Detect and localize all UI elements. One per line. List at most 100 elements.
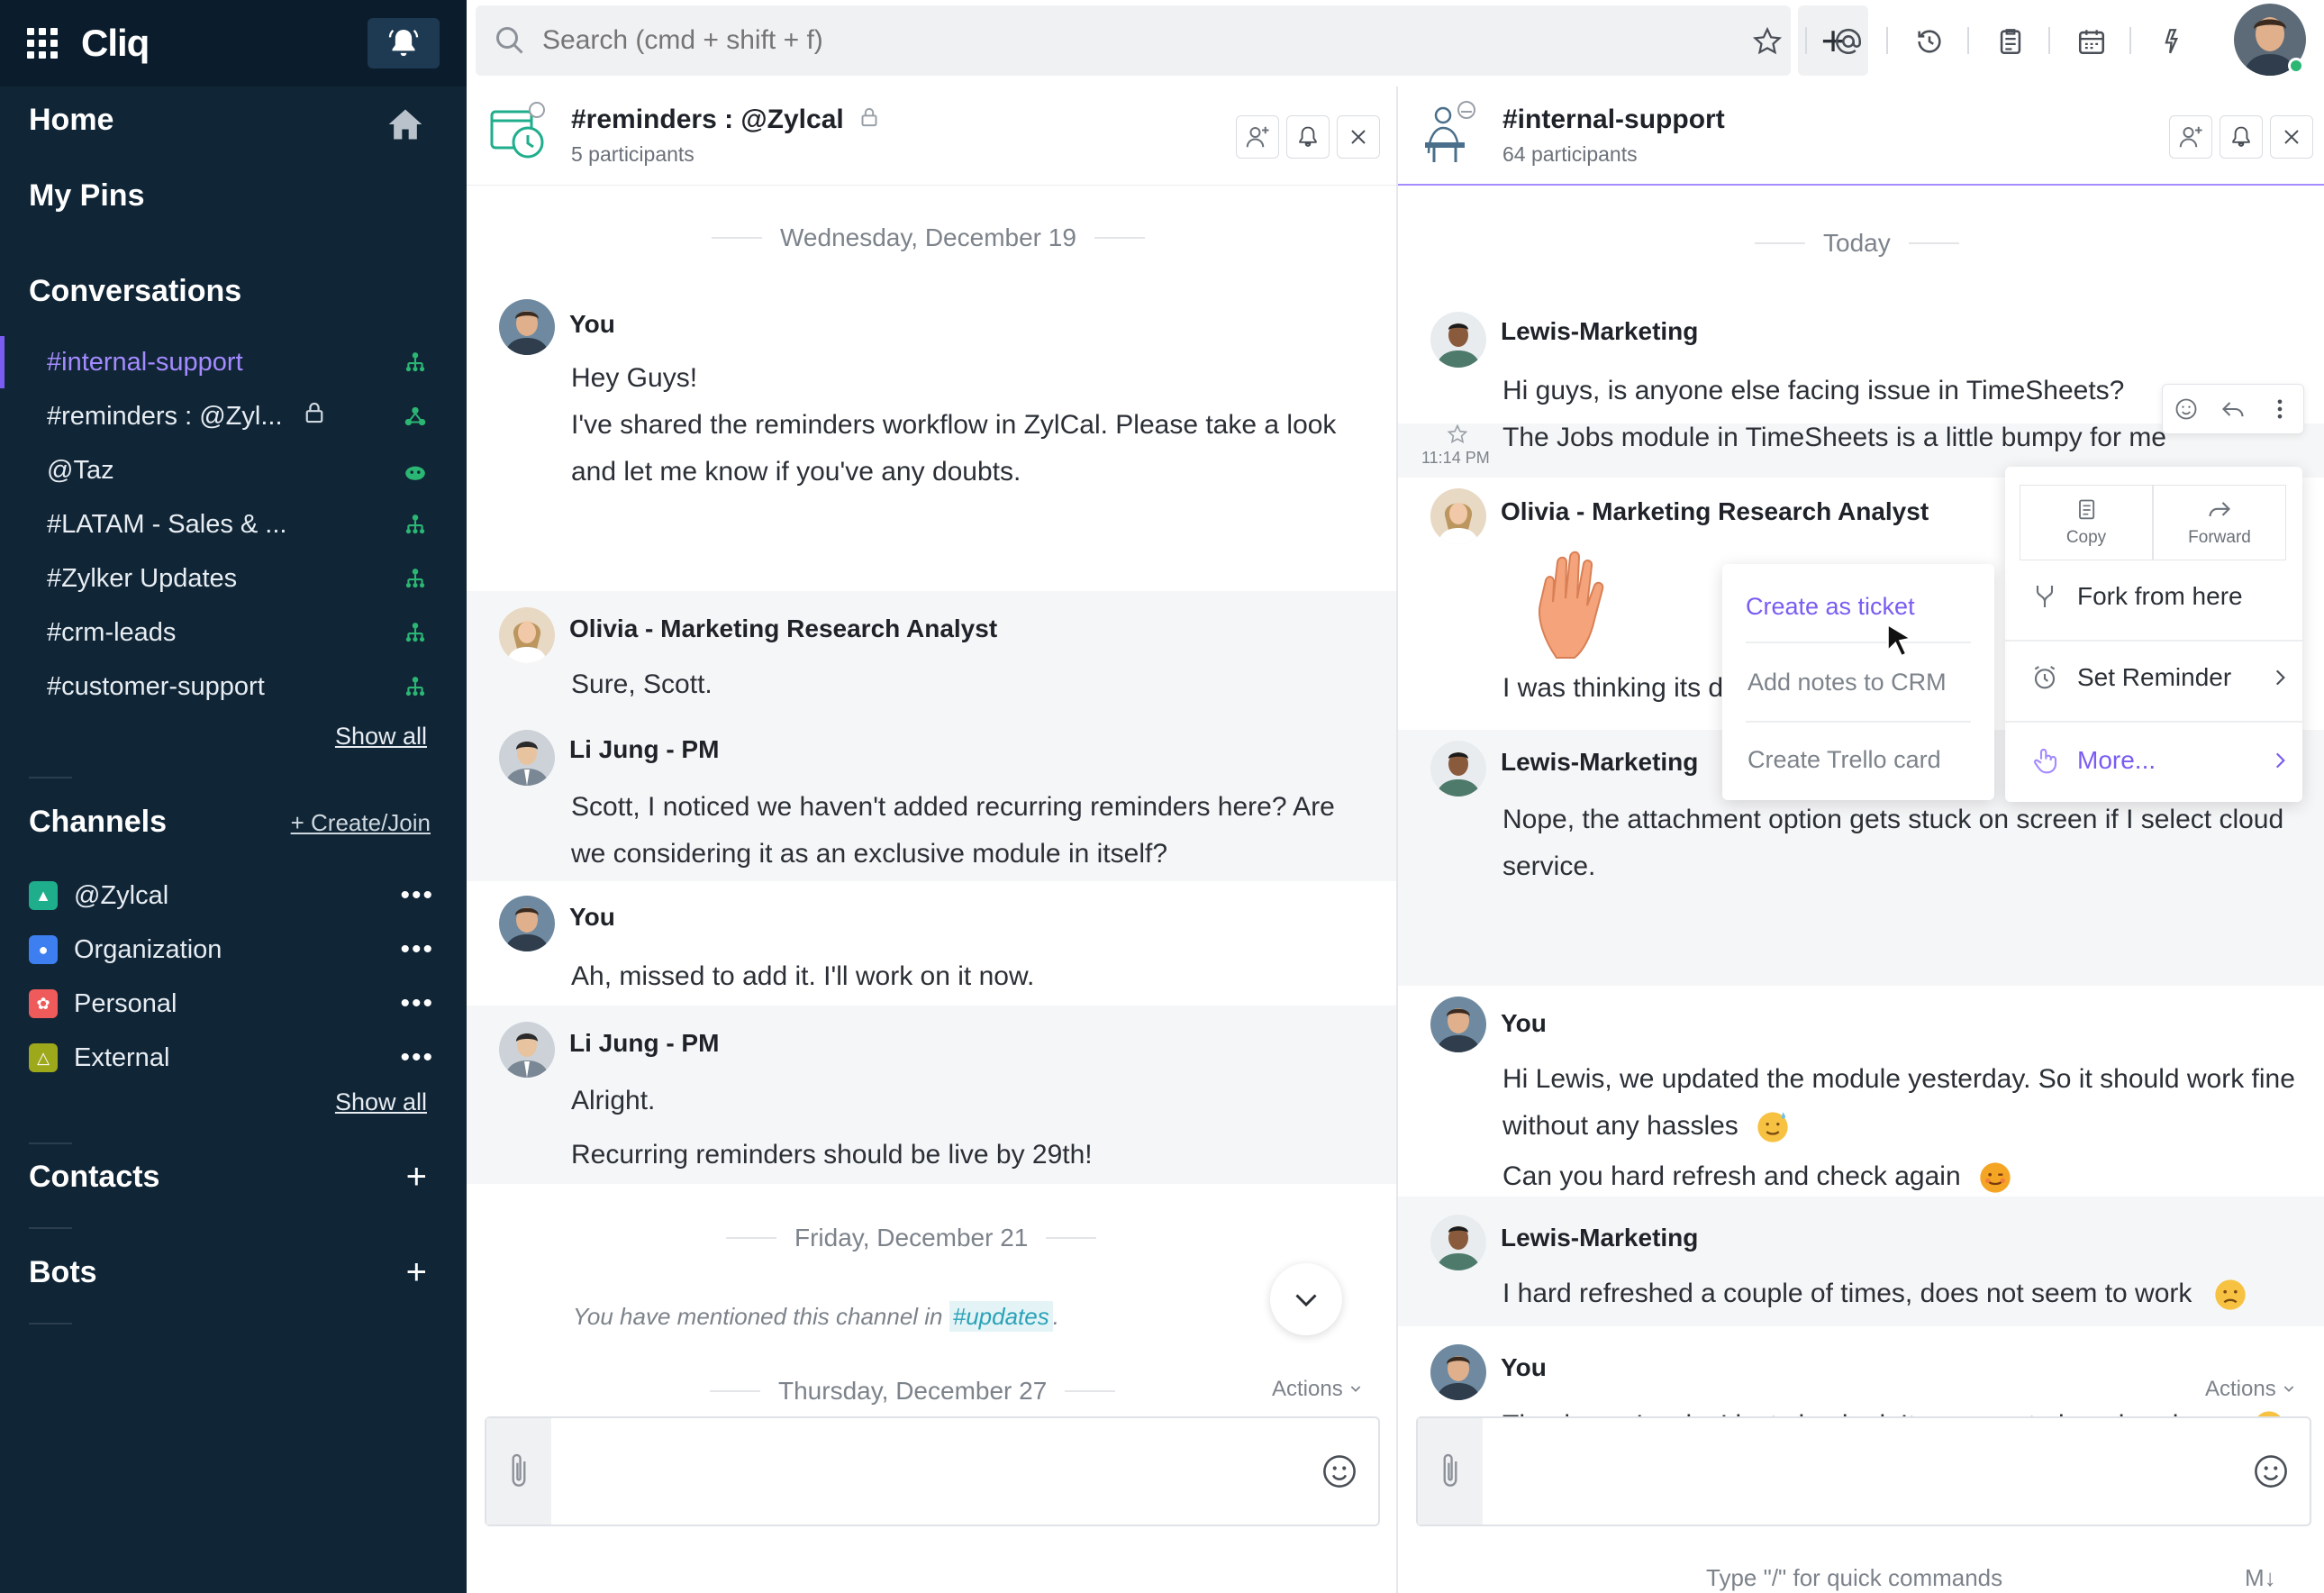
add-member-button[interactable] [1236,115,1279,159]
close-chat-button[interactable] [1337,115,1380,159]
avatar[interactable] [1430,1215,1486,1270]
channels-show-all-link[interactable]: Show all [335,1088,427,1116]
history-icon[interactable] [1911,23,1947,59]
channel-item-personal[interactable]: ✿ Personal ••• [29,979,434,1029]
avatar[interactable] [1430,997,1486,1052]
home-icon[interactable] [386,105,425,144]
emoji-button[interactable] [1321,1452,1358,1495]
more-vertical-icon[interactable] [2267,396,2292,422]
channel-item-external[interactable]: △ External ••• [29,1033,434,1083]
bots-heading[interactable]: Bots [0,1255,97,1290]
set-reminder-item[interactable]: Set Reminder [2030,663,2292,692]
add-member-button[interactable] [2169,115,2212,159]
channel-item-zylcal[interactable]: ▲ @Zylcal ••• [29,870,434,921]
avatar[interactable] [499,896,555,951]
chevron-down-icon [1295,1294,1317,1307]
sender-name[interactable]: Olivia - Marketing Research Analyst [1501,497,1929,526]
more-options-icon[interactable]: ••• [400,1042,434,1073]
reply-icon[interactable] [2220,396,2246,422]
sender-name[interactable]: You [569,310,615,339]
add-contact-button[interactable]: + [406,1157,427,1197]
actions-menu[interactable]: Actions [2205,1377,2296,1402]
home-label: Home [29,103,114,137]
date-label: Friday, December 21 [794,1224,1029,1252]
avatar[interactable] [1430,312,1486,368]
participants-count[interactable]: 64 participants [1502,142,1638,167]
message-text: I've shared the reminders workflow in Zy… [571,410,1337,440]
actions-menu[interactable]: Actions [1272,1377,1363,1402]
notifications-button[interactable] [368,18,440,68]
star-icon[interactable] [1447,423,1468,445]
copy-button[interactable]: Copy [2020,485,2153,560]
mention-icon[interactable] [1830,23,1866,59]
add-bot-button[interactable]: + [406,1252,427,1293]
more-options-icon[interactable]: ••• [400,880,434,911]
sender-name[interactable]: Lewis-Marketing [1501,748,1698,777]
lock-icon [305,402,322,423]
sender-name[interactable]: Li Jung - PM [569,1029,719,1058]
channel-item-organization[interactable]: ● Organization ••• [29,924,434,975]
star-icon[interactable] [1749,23,1785,59]
online-status-indicator [2288,58,2304,74]
more-options-icon[interactable]: ••• [400,934,434,965]
conversation-item-internal-support[interactable]: #internal-support [0,336,467,388]
message-text: without any hassles [1502,1103,1791,1150]
forward-button[interactable]: Forward [2153,485,2286,560]
conversations-show-all-link[interactable]: Show all [335,723,427,751]
contacts-heading[interactable]: Contacts [0,1160,159,1195]
conversation-item-zylker-updates[interactable]: #Zylker Updates [0,552,467,605]
emoji-button[interactable] [2252,1452,2290,1495]
fork-from-here-item[interactable]: Fork from here [2030,582,2243,611]
create-join-link[interactable]: + Create/Join [291,809,431,837]
reaction-icon[interactable] [2174,396,2199,422]
avatar[interactable] [499,299,555,355]
conversation-item-taz[interactable]: @Taz [0,444,467,496]
close-chat-button[interactable] [2270,115,2313,159]
avatar[interactable] [499,607,555,663]
actions-label: Actions [2205,1377,2276,1401]
notes-icon[interactable] [1993,23,2029,59]
sender-name[interactable]: You [1501,1353,1547,1382]
sender-name[interactable]: Lewis-Marketing [1501,317,1698,346]
scroll-to-bottom-button[interactable] [1270,1263,1342,1335]
message-input[interactable] [1499,1436,2229,1508]
avatar[interactable] [1430,488,1486,544]
sender-name[interactable]: You [1501,1009,1547,1038]
more-item[interactable]: More... [2030,746,2292,775]
apps-grid-icon[interactable] [27,28,58,59]
notification-settings-button[interactable] [1286,115,1330,159]
participants-count[interactable]: 5 participants [571,142,694,167]
plugin-icon[interactable] [2155,23,2191,59]
markdown-toggle[interactable]: M↓ [2245,1564,2276,1592]
attach-button[interactable] [1418,1418,1483,1525]
add-notes-to-crm-item[interactable]: Add notes to CRM [1748,669,1947,696]
mention-channel-link[interactable]: #updates [949,1301,1053,1332]
more-options-icon[interactable]: ••• [400,988,434,1019]
sidebar-home[interactable]: Home [0,103,113,138]
avatar[interactable] [499,730,555,786]
create-trello-card-item[interactable]: Create Trello card [1748,746,1941,774]
sidebar-my-pins[interactable]: My Pins [0,178,144,214]
avatar[interactable] [499,1022,555,1078]
conversation-item-crm-leads[interactable]: #crm-leads [0,606,467,659]
search-box[interactable] [476,5,1791,76]
sender-name[interactable]: Li Jung - PM [569,735,719,764]
attach-button[interactable] [486,1418,551,1525]
calendar-icon[interactable] [2074,23,2110,59]
sender-name[interactable]: You [569,903,615,932]
mention-text: You have mentioned this channel in [573,1303,943,1330]
conversation-item-customer-support[interactable]: #customer-support [0,660,467,713]
create-as-ticket-item[interactable]: Create as ticket [1746,593,1915,621]
notification-settings-button[interactable] [2220,115,2263,159]
conversation-item-reminders[interactable]: #reminders : @Zyl... [0,390,467,442]
conversation-label: #crm-leads [47,617,177,647]
message-input[interactable] [567,1436,1297,1508]
conversation-item-latam[interactable]: #LATAM - Sales & ... [0,498,467,551]
message-group: Li Jung - PM Alright. Recurring reminder… [467,1006,1396,1184]
search-input[interactable] [542,25,1713,56]
avatar[interactable] [1430,741,1486,796]
channel-label: External [74,1042,170,1072]
sender-name[interactable]: Olivia - Marketing Research Analyst [569,614,997,643]
sender-name[interactable]: Lewis-Marketing [1501,1224,1698,1252]
avatar[interactable] [1430,1344,1486,1400]
